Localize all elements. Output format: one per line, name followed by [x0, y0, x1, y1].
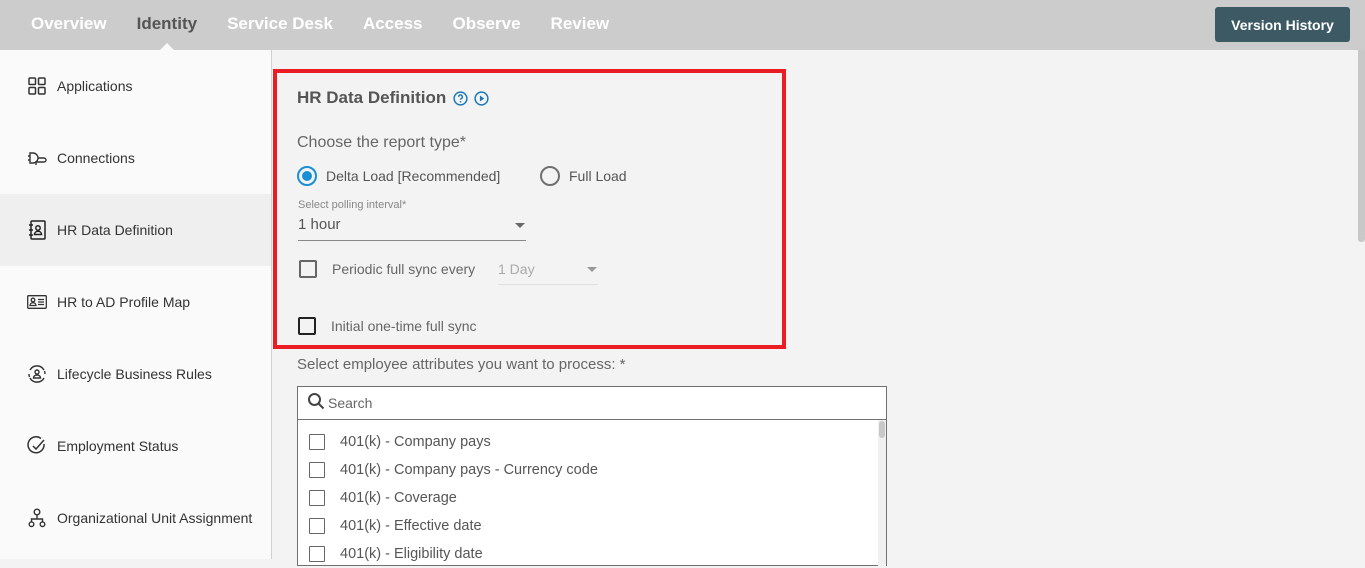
checkbox-box[interactable]: [298, 317, 316, 335]
sidebar-item-organizational-unit-assignment[interactable]: Organizational Unit Assignment: [0, 482, 271, 554]
sidebar-item-label: Organizational Unit Assignment: [57, 510, 253, 526]
tab-service-desk[interactable]: Service Desk: [212, 0, 348, 50]
attributes-label: Select employee attributes you want to p…: [297, 356, 626, 373]
contact-book-icon: [26, 219, 48, 241]
radio-full-load[interactable]: Full Load: [540, 166, 627, 186]
section-title: HR Data Definition: [297, 88, 489, 108]
list-item[interactable]: 401(k) - Effective date: [298, 512, 886, 540]
polling-interval-value: 1 hour: [298, 216, 341, 233]
sidebar-item-label: Connections: [57, 150, 135, 166]
version-history-button[interactable]: Version History: [1215, 7, 1350, 42]
id-card-icon: [26, 291, 48, 313]
attributes-picker: 401(k) - Company pays 401(k) - Company p…: [297, 386, 887, 566]
list-item-label: 401(k) - Company pays - Currency code: [340, 462, 598, 478]
sidebar-item-employment-status[interactable]: Employment Status: [0, 410, 271, 482]
search-icon: [307, 392, 325, 415]
user-cycle-icon: [26, 363, 48, 385]
help-circle-icon[interactable]: [453, 90, 468, 106]
periodic-full-sync-checkbox[interactable]: Periodic full sync every: [299, 260, 475, 278]
org-chart-icon: [26, 507, 48, 529]
chevron-down-icon: [587, 267, 597, 272]
radio-label: Full Load: [569, 168, 627, 184]
page-scrollbar[interactable]: [1358, 50, 1365, 559]
top-navigation-bar: Overview Identity Service Desk Access Ob…: [0, 0, 1365, 50]
checkbox-box[interactable]: [309, 546, 325, 562]
tab-identity[interactable]: Identity: [122, 0, 212, 50]
sidebar: Applications Connections HR Data Definit…: [0, 50, 272, 559]
checkbox-label: Initial one-time full sync: [331, 318, 477, 334]
sidebar-item-label: HR to AD Profile Map: [57, 294, 191, 310]
list-scrollbar-thumb[interactable]: [879, 421, 885, 438]
list-item-label: 401(k) - Effective date: [340, 518, 482, 534]
checkbox-box[interactable]: [309, 518, 325, 534]
list-item[interactable]: 401(k) - Eligibility date: [298, 540, 886, 568]
tab-access[interactable]: Access: [348, 0, 438, 50]
periodic-sync-interval-select[interactable]: 1 Day: [498, 261, 598, 285]
list-scrollbar[interactable]: [878, 420, 886, 566]
initial-full-sync-checkbox[interactable]: Initial one-time full sync: [298, 317, 477, 335]
section-title-text: HR Data Definition: [297, 88, 447, 107]
page-scrollbar-thumb[interactable]: [1358, 50, 1365, 242]
polling-interval-select[interactable]: 1 hour: [298, 216, 526, 241]
list-item[interactable]: 401(k) - Company pays: [298, 428, 886, 456]
checkbox-box[interactable]: [309, 462, 325, 478]
tab-overview[interactable]: Overview: [16, 0, 122, 50]
sidebar-item-label: HR Data Definition: [57, 222, 173, 238]
checkbox-box[interactable]: [309, 490, 325, 506]
play-circle-icon[interactable]: [474, 90, 489, 106]
radio-button[interactable]: [297, 166, 317, 186]
search-row: [298, 387, 886, 420]
top-nav-tabs: Overview Identity Service Desk Access Ob…: [16, 0, 624, 50]
polling-interval-label: Select polling interval*: [298, 199, 407, 211]
check-circle-icon: [26, 435, 48, 457]
checkbox-label: Periodic full sync every: [332, 261, 476, 277]
report-type-label: Choose the report type*: [297, 134, 466, 151]
list-item[interactable]: 401(k) - Coverage: [298, 484, 886, 512]
sidebar-item-label: Applications: [57, 78, 133, 94]
checkbox-box[interactable]: [309, 434, 325, 450]
sidebar-item-label: Employment Status: [57, 438, 179, 454]
chevron-down-icon: [515, 223, 525, 228]
sidebar-item-lifecycle-business-rules[interactable]: Lifecycle Business Rules: [0, 338, 271, 410]
sidebar-item-connections[interactable]: Connections: [0, 122, 271, 194]
tab-review[interactable]: Review: [536, 0, 625, 50]
sidebar-item-applications[interactable]: Applications: [0, 50, 271, 122]
grid-icon: [26, 75, 48, 97]
periodic-sync-value: 1 Day: [498, 261, 535, 277]
sidebar-item-hr-to-ad-profile-map[interactable]: HR to AD Profile Map: [0, 266, 271, 338]
radio-delta-load[interactable]: Delta Load [Recommended]: [297, 166, 500, 186]
checkbox-box[interactable]: [299, 260, 317, 278]
tab-observe[interactable]: Observe: [438, 0, 536, 50]
attributes-list: 401(k) - Company pays 401(k) - Company p…: [298, 420, 886, 568]
list-item-label: 401(k) - Eligibility date: [340, 546, 483, 562]
list-item[interactable]: 401(k) - Company pays - Currency code: [298, 456, 886, 484]
radio-label: Delta Load [Recommended]: [326, 168, 501, 184]
list-item-label: 401(k) - Company pays: [340, 434, 491, 450]
list-item-label: 401(k) - Coverage: [340, 490, 457, 506]
sidebar-item-label: Lifecycle Business Rules: [57, 366, 212, 382]
plug-icon: [26, 147, 48, 169]
radio-button[interactable]: [540, 166, 560, 186]
search-input[interactable]: [328, 395, 868, 411]
sidebar-item-hr-data-definition[interactable]: HR Data Definition: [0, 194, 271, 266]
